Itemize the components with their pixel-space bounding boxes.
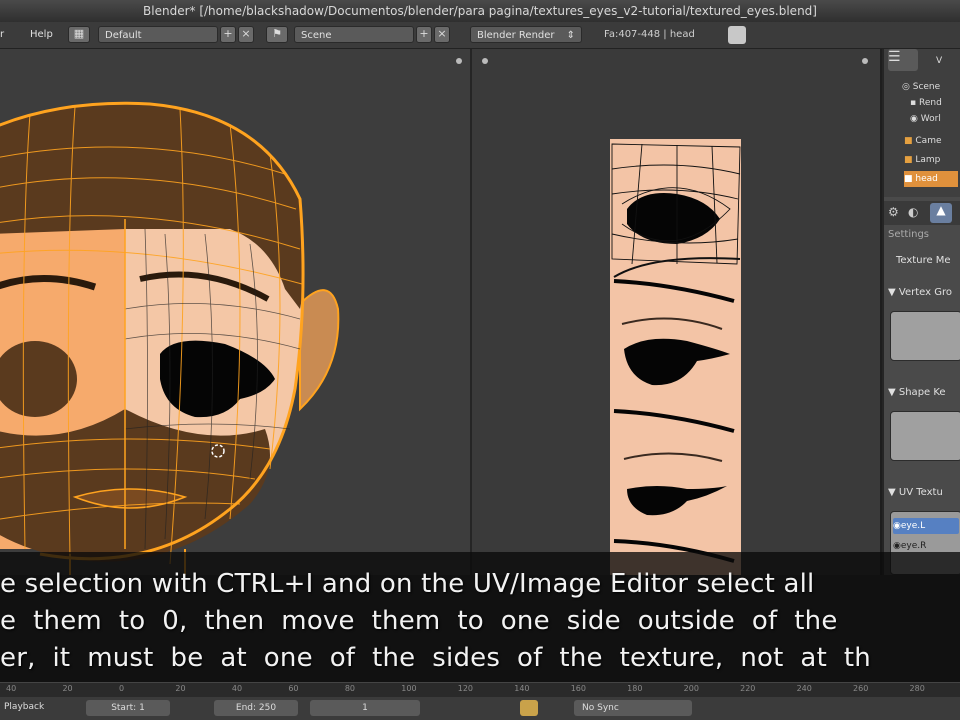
uv-item-selected[interactable]: ◉eye.L — [893, 518, 959, 534]
menu-partial[interactable]: r — [0, 26, 6, 43]
timeline-header: Playback Start: 1 End: 250 1 No Sync — [0, 697, 960, 720]
timeline-tick-label: 40 — [231, 684, 243, 693]
world-icon: ◉ — [910, 114, 918, 124]
scene-stats: Fa:407-448 | head — [604, 29, 695, 40]
timeline-tick-label: 20 — [62, 684, 73, 693]
subtitle-overlay: e selection with CTRL+I and on the UV/Im… — [0, 552, 960, 682]
start-frame-field[interactable]: Start: 1 — [86, 700, 170, 716]
texture-mesh-label: Texture Me — [896, 255, 951, 266]
layout-screen-icon[interactable]: ▦ — [68, 26, 90, 43]
constraints-tab-icon[interactable]: ⚙ — [888, 205, 899, 219]
camera-icon: ▪ — [910, 98, 917, 108]
timeline-tick-label: 140 — [514, 684, 530, 693]
caption-line-3: er, it must be at one of the sides of th… — [0, 643, 871, 673]
head-mesh-render[interactable] — [0, 49, 470, 575]
outliner[interactable]: ☰ V ◎ Scene ▪ Rend ◉ Worl ■ Came ■ Lamp … — [884, 49, 960, 197]
timeline-tick-label: 200 — [683, 684, 699, 693]
timeline-tick-label: 60 — [288, 684, 299, 693]
lamp-icon: ■ — [904, 155, 913, 165]
sync-mode-select[interactable]: No Sync — [574, 700, 692, 716]
outliner-item-head[interactable]: ■ head — [904, 171, 958, 187]
area-corner-right-icon[interactable] — [862, 58, 868, 64]
info-header: r Help ▦ Default + × ⚑ Scene + × Blender… — [0, 22, 960, 49]
timeline-tick-label: 120 — [457, 684, 474, 693]
uv-textures-panel-header[interactable]: ▼ UV Textu — [888, 487, 943, 498]
collapse-triangle-icon: ▼ — [888, 487, 899, 498]
layout-field[interactable]: Default — [98, 26, 218, 43]
uv-map-icon: ◉ — [893, 541, 901, 551]
mesh-icon: ■ — [904, 174, 913, 184]
render-engine-label: Blender Render — [477, 30, 555, 41]
timeline-tick-label: 80 — [344, 684, 355, 693]
outliner-view-label: V — [936, 56, 943, 66]
outliner-view-icon: ☰ — [888, 49, 901, 65]
collapse-triangle-icon: ▼ — [888, 387, 899, 398]
timeline-tick-label: 220 — [740, 684, 756, 693]
timeline-tick-label: 40 — [6, 684, 17, 693]
uv-map-icon: ◉ — [893, 521, 901, 531]
shape-keys-list[interactable] — [890, 411, 960, 461]
3d-viewport[interactable] — [0, 49, 470, 575]
outliner-item-lamp[interactable]: ■ Lamp — [904, 152, 940, 168]
area-corner-left-icon[interactable] — [482, 58, 488, 64]
timeline-tick-label: 260 — [853, 684, 869, 693]
timeline-tick-label: 100 — [401, 684, 417, 693]
blender-logo-icon — [728, 26, 746, 44]
uv-image-editor[interactable] — [472, 49, 880, 575]
outliner-item-render[interactable]: ▪ Rend — [910, 95, 942, 111]
timeline-tick-label: 180 — [627, 684, 643, 693]
object-data-tab-icon[interactable]: ▲ — [930, 203, 952, 223]
playback-menu[interactable]: Playback — [4, 702, 44, 712]
modifiers-tab-icon[interactable]: ◐ — [908, 205, 918, 219]
eye-texture-image[interactable] — [472, 49, 880, 575]
outliner-view-menu[interactable]: ☰ — [888, 49, 918, 71]
properties-panel: ☰ V ◎ Scene ▪ Rend ◉ Worl ■ Came ■ Lamp … — [882, 49, 960, 575]
keying-icon[interactable] — [520, 700, 538, 716]
chevron-updown-icon: ⇕ — [566, 30, 575, 41]
vertex-groups-panel-header[interactable]: ▼ Vertex Gro — [888, 287, 952, 298]
properties-tabs[interactable]: ⚙ ◐ ▲ — [884, 201, 960, 225]
timeline-ruler[interactable]: 40 20 0 20 40 60 80 100 120 140 160 180 200 220 240 260… — [0, 683, 960, 695]
end-frame-field[interactable]: End: 250 — [214, 700, 298, 716]
current-frame-field[interactable]: 1 — [310, 700, 420, 716]
timeline-tick-label: 0 — [118, 684, 125, 693]
outliner-item-world[interactable]: ◉ Worl — [910, 111, 941, 127]
timeline-tick-label: 160 — [570, 684, 586, 693]
outliner-item-scene[interactable]: ◎ Scene — [902, 79, 940, 95]
timeline-tick-label: 280 — [909, 684, 925, 693]
scene-icon[interactable]: ⚑ — [266, 26, 288, 43]
shape-keys-panel-header[interactable]: ▼ Shape Ke — [888, 387, 946, 398]
timeline-tick-label: 240 — [796, 684, 812, 693]
window-title: Blender* [/home/blackshadow/Documentos/b… — [0, 0, 960, 22]
collapse-triangle-icon: ▼ — [888, 287, 899, 298]
settings-panel-header[interactable]: Settings — [888, 229, 929, 240]
camera-object-icon: ■ — [904, 136, 913, 146]
render-engine-select[interactable]: Blender Render ⇕ — [470, 26, 582, 43]
caption-line-1: e selection with CTRL+I and on the UV/Im… — [0, 569, 815, 599]
area-corner-icon[interactable] — [456, 58, 462, 64]
menu-help[interactable]: Help — [30, 26, 53, 43]
timeline-tick-label: 20 — [175, 684, 186, 693]
outliner-item-camera[interactable]: ■ Came — [904, 133, 942, 149]
scene-icon: ◎ — [902, 82, 910, 92]
remove-layout-icon[interactable]: × — [238, 26, 254, 43]
add-layout-icon[interactable]: + — [220, 26, 236, 43]
remove-scene-icon[interactable]: × — [434, 26, 450, 43]
vertex-groups-list[interactable] — [890, 311, 960, 361]
add-scene-icon[interactable]: + — [416, 26, 432, 43]
caption-line-2: e them to 0, then move them to one side … — [0, 606, 838, 636]
scene-field[interactable]: Scene — [294, 26, 414, 43]
